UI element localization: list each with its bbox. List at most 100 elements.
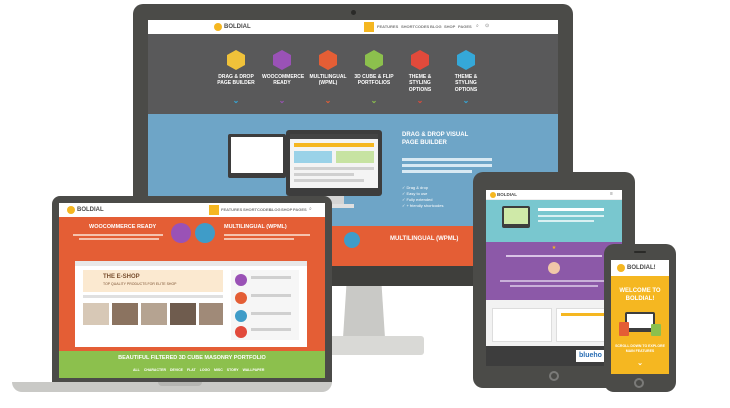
chevron-down-icon[interactable]: ⌄ [611,360,669,367]
filter-logo[interactable]: LOGO [200,368,210,374]
cart-badge-icon [171,223,191,243]
phone-welcome-title: WELCOME TO BOLDIAL! [619,288,661,302]
feature-hex-icon [365,50,383,70]
laptop-nav-bar: BOLDIAL FEATURES SHORTCODES BLOG SHOP PA… [59,203,325,217]
feature-label: WOOCOMMERCE READY [262,74,305,87]
phone-device: BOLDIAL! WELCOME TO BOLDIAL! SCROLL DOWN… [604,244,676,392]
feature-label: THEME & STYLING OPTIONS [454,74,478,93]
shop-subtitle: TOP QUALITY PRODUCTS FOR ELITE SHOP [103,282,177,286]
filter-character[interactable]: CHARACTER [144,368,166,374]
chevron-down-icon: ⌄ [278,96,286,105]
hero-text-line [402,164,492,167]
phone-brand-name: BOLDIAL! [627,265,656,271]
feature-hex-icon [411,50,429,70]
star-icon: ★ [551,245,557,251]
portfolio-filters: ALL CHARACTER DEVICE FLAT LOGO MISC STOR… [133,368,264,374]
globe-icon [344,232,360,248]
feature-hex-icon [319,50,337,70]
tablet-footer: blueho [486,346,622,366]
chevron-down-icon: ⌄ [416,96,424,105]
feature-label: DRAG & DROP PAGE BUILDER [217,74,255,87]
check-item: ✓ Fully extended [402,197,433,202]
multilingual-title: MULTILINGUAL (WPML) [224,224,287,230]
home-icon[interactable] [364,22,374,32]
filter-device[interactable]: DEVICE [170,368,183,374]
filter-flat[interactable]: FLAT [187,368,196,374]
hero-text-line [402,158,492,161]
chevron-down-icon: ⌄ [370,96,378,105]
tablet-nav-bar: BOLDIAL ≡ [486,190,622,200]
text-line [224,234,310,236]
nav-item-shortcodes[interactable]: SHORTCODES [401,25,429,29]
product-thumb[interactable] [141,303,167,325]
boldial-logo-icon [490,192,496,198]
check-item: ✓ Easy to use [402,191,428,196]
responsive-devices-showcase: BOLDIAL FEATURES SHORTCODES BLOG SHOP PA… [0,0,730,408]
home-icon[interactable] [209,205,219,215]
feature-hex-icon [227,50,245,70]
menu-icon[interactable]: ≡ [610,192,613,197]
product-thumb[interactable] [83,303,109,325]
nav-item-blog[interactable]: BLOG [269,208,281,212]
chevron-down-icon: ⌄ [462,96,470,105]
product-thumb[interactable] [170,303,196,325]
host-logo-text: blueho [579,352,602,359]
phone-screen: BOLDIAL! WELCOME TO BOLDIAL! SCROLL DOWN… [611,260,669,374]
nav-item-shortcodes[interactable]: SHORTCODES [243,208,271,212]
feature-woocommerce[interactable]: WOOCOMMERCE READY ⌄ [262,50,305,110]
phone-nav-bar: BOLDIAL! [611,260,669,276]
boldial-logo-icon [617,264,625,272]
boldial-logo-icon [214,23,222,31]
nav-item-shop[interactable]: SHOP [444,25,455,29]
imac-stand-neck [343,286,385,338]
boldial-logo-icon [67,206,75,214]
chevron-down-icon: ⌄ [324,96,332,105]
feature-theme-styling-2[interactable]: THEME & STYLING OPTIONS ⌄ [446,50,486,110]
product-thumb[interactable] [199,303,223,325]
tablet-brand-name: BOLDIAL [497,192,517,197]
laptop-device: BOLDIAL FEATURES SHORTCODES BLOG SHOP PA… [52,196,332,383]
filter-all[interactable]: ALL [133,368,140,374]
filter-misc[interactable]: MISC [214,368,223,374]
search-icon[interactable]: ⌕ [476,24,479,29]
chevron-down-icon: ⌄ [232,96,240,105]
phone-speaker [634,251,646,253]
filter-wallpaper[interactable]: WALLPAPER [243,368,265,374]
nav-item-pages[interactable]: PAGES [293,208,307,212]
hero-text-line [402,170,472,173]
text-line [73,234,163,236]
tablet-hero [486,200,622,242]
imac-hero-title: DRAG & DROP VISUAL PAGE BUILDER [402,132,469,146]
shop-preview-window: THE E-SHOP TOP QUALITY PRODUCTS FOR ELIT… [75,261,307,347]
tablet-home-button[interactable] [549,371,559,381]
nav-item-blog[interactable]: BLOG [430,25,442,29]
feature-label: 3D CUBE & FLIP PORTFOLIOS [354,74,394,87]
avatar [548,262,560,274]
shop-sidebar [231,270,299,340]
tablet-support-section: ★ [486,242,622,300]
phone-home-button[interactable] [634,378,644,388]
mini-monitor-back [228,134,286,178]
mini-monitor-front [286,130,382,196]
text-line [79,238,159,240]
globe-icon [195,223,215,243]
filter-story[interactable]: STORY [227,368,239,374]
search-icon[interactable]: ⌕ [309,207,312,212]
feature-theme-styling[interactable]: THEME & STYLING OPTIONS ⌄ [400,50,440,110]
cart-icon[interactable]: ⊙ [485,24,489,29]
laptop-brand-name: BOLDIAL [77,207,104,213]
feature-3d-cube[interactable]: 3D CUBE & FLIP PORTFOLIOS ⌄ [354,50,394,110]
nav-item-pages[interactable]: PAGES [458,25,472,29]
product-thumb[interactable] [112,303,138,325]
feature-multilingual[interactable]: MULTILINGUAL (WPML) ⌄ [308,50,348,110]
nav-item-features[interactable]: FEATURES [221,208,242,212]
imac-multilingual-title: MULTILINGUAL (WPML) [390,236,459,242]
feature-label: THEME & STYLING OPTIONS [408,74,432,93]
laptop-screen: BOLDIAL FEATURES SHORTCODES BLOG SHOP PA… [59,203,325,378]
feature-drag-drop[interactable]: DRAG & DROP PAGE BUILDER ⌄ [216,50,256,110]
nav-item-shop[interactable]: SHOP [281,208,292,212]
woocommerce-title: WOOCOMMERCE READY [89,224,157,230]
nav-item-features[interactable]: FEATURES [377,25,398,29]
shop-banner: THE E-SHOP TOP QUALITY PRODUCTS FOR ELIT… [83,270,223,292]
check-item: ✓ + friendly shortcodes [402,203,444,208]
